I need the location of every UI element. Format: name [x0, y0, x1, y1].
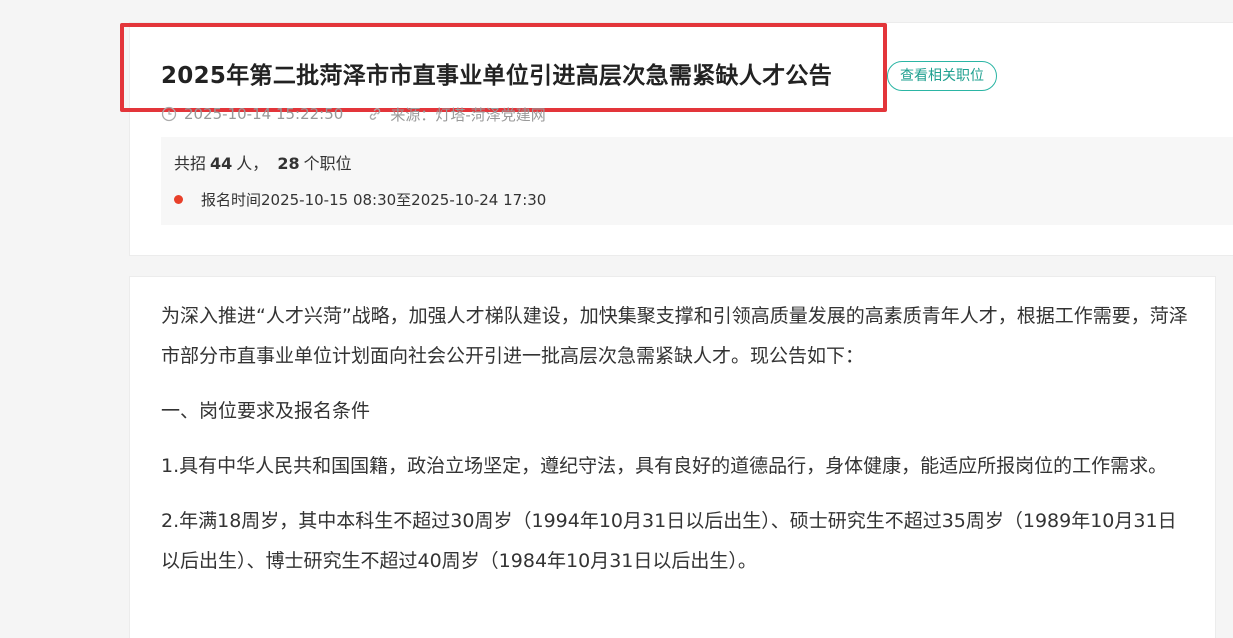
- counts-prefix: 共招: [174, 154, 207, 173]
- article-title: 2025年第二批菏泽市市直事业单位引进高层次急需紧缺人才公告: [161, 63, 833, 89]
- registration-time-text: 报名时间2025-10-15 08:30至2025-10-24 17:30: [201, 191, 547, 209]
- paragraph: 2.年满18周岁，其中本科生不超过30周岁（1994年10月31日以后出生）、硕…: [161, 510, 1177, 572]
- article-meta: 2025-10-14 15:22:50 来源：灯塔-菏泽党建网: [161, 102, 546, 126]
- view-related-jobs-button[interactable]: 查看相关职位: [887, 61, 997, 91]
- article-content: 为深入推进“人才兴菏”战略，加强人才梯队建设，加快集聚支撑和引领高质量发展的高素…: [161, 296, 1191, 581]
- section-heading: 一、岗位要求及报名条件: [161, 400, 371, 422]
- registration-time: 报名时间2025-10-15 08:30至2025-10-24 17:30: [174, 189, 546, 210]
- status-dot-icon: [174, 195, 183, 204]
- position-unit: 个职位: [303, 154, 352, 173]
- paragraph: 1.具有中华人民共和国国籍，政治立场坚定，遵纪守法，具有良好的道德品行，身体健康…: [161, 455, 1168, 477]
- people-unit: 人，: [236, 154, 269, 173]
- recruitment-summary: 共招 44 人， 28 个职位 报名时间2025-10-15 08:30至2025-1…: [161, 137, 1233, 225]
- recruitment-counts: 共招 44 人， 28 个职位: [174, 150, 352, 174]
- people-count: 44: [210, 154, 233, 173]
- link-icon: [367, 106, 383, 122]
- publish-datetime: 2025-10-14 15:22:50: [184, 105, 344, 123]
- article-source-link[interactable]: 来源：灯塔-菏泽党建网: [390, 104, 545, 125]
- clock-icon: [161, 106, 177, 122]
- position-count: 28: [277, 154, 300, 173]
- paragraph: 为深入推进“人才兴菏”战略，加强人才梯队建设，加快集聚支撑和引领高质量发展的高素…: [161, 305, 1188, 367]
